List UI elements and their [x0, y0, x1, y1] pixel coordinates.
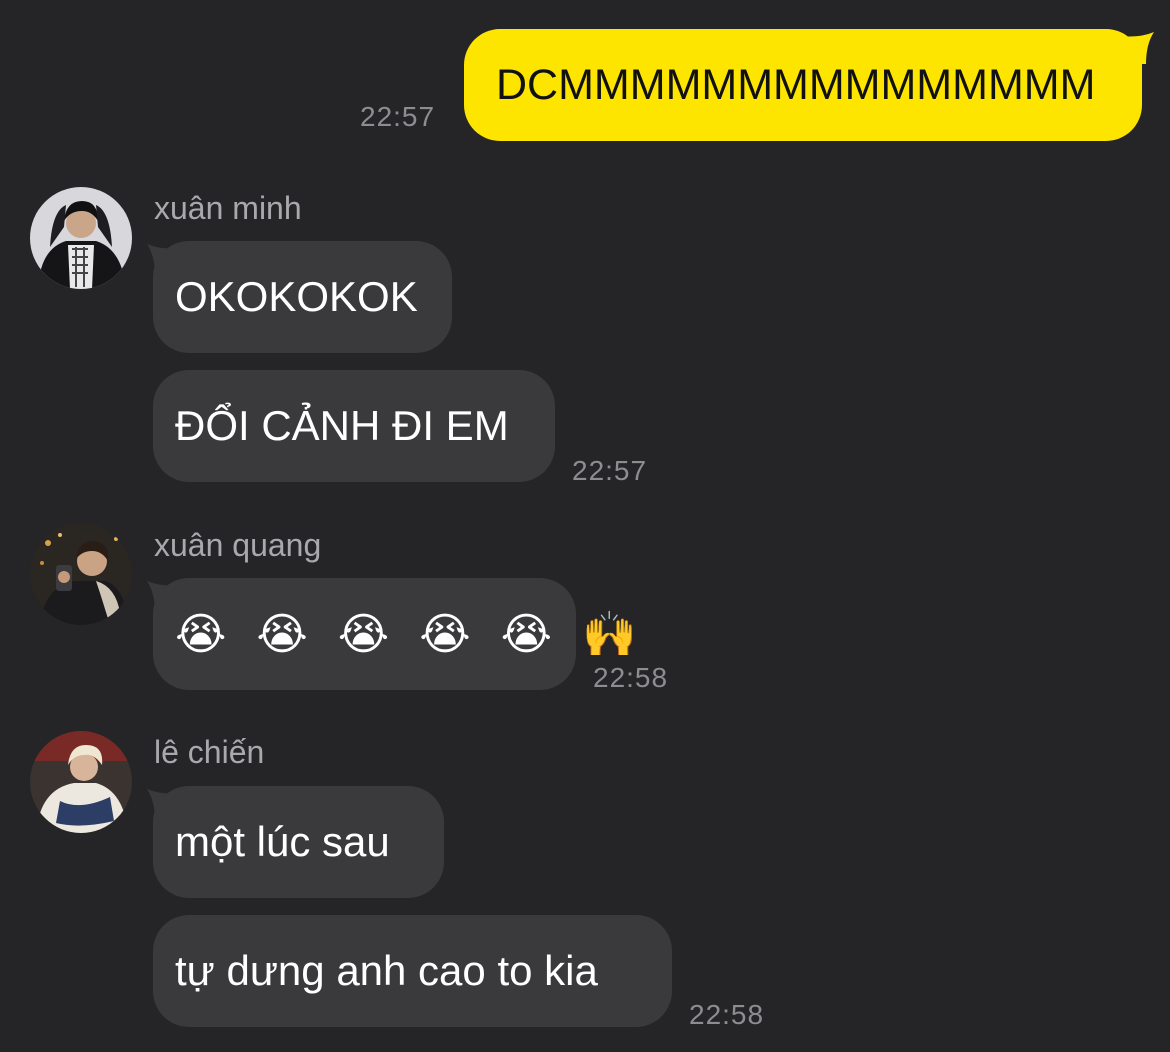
- message-text: OKOKOKOK: [175, 273, 418, 320]
- avatar-le-chien[interactable]: [30, 731, 132, 833]
- outgoing-bubble-tail: [1120, 32, 1154, 64]
- message-text: ĐỔI CẢNH ĐI EM: [175, 402, 509, 449]
- avatar-xuan-minh[interactable]: [30, 187, 132, 289]
- profile-photo-icon: [30, 731, 132, 833]
- emoji-message-text: 😭 😭 😭 😭 😭 🙌: [175, 609, 645, 660]
- message-text: tự dưng anh cao to kia: [175, 947, 598, 994]
- sender-name: xuân quang: [154, 527, 322, 563]
- message-timestamp: 22:58: [689, 999, 765, 1030]
- profile-photo-icon: [30, 187, 132, 289]
- incoming-message-bubble[interactable]: 😭 😭 😭 😭 😭 🙌: [153, 578, 637, 690]
- sender-name: xuân minh: [154, 190, 302, 226]
- incoming-message-bubble[interactable]: một lúc sau: [153, 786, 444, 898]
- profile-photo-icon: [30, 523, 132, 625]
- incoming-message-bubble[interactable]: ĐỔI CẢNH ĐI EM: [153, 370, 555, 482]
- incoming-message-bubble[interactable]: tự dưng anh cao to kia: [153, 915, 672, 1027]
- message-timestamp: 22:57: [572, 455, 648, 486]
- outgoing-message-bubble[interactable]: DCMMMMMMMMMMMMMMM: [464, 29, 1142, 141]
- outgoing-message-text: DCMMMMMMMMMMMMMMM: [496, 60, 1096, 109]
- incoming-message-bubble[interactable]: OKOKOKOK: [153, 241, 452, 353]
- outgoing-timestamp: 22:57: [360, 101, 436, 132]
- message-text: một lúc sau: [175, 818, 390, 865]
- avatar-xuan-quang[interactable]: [30, 523, 132, 625]
- sender-name: lê chiến: [154, 734, 265, 770]
- message-timestamp: 22:58: [593, 662, 669, 693]
